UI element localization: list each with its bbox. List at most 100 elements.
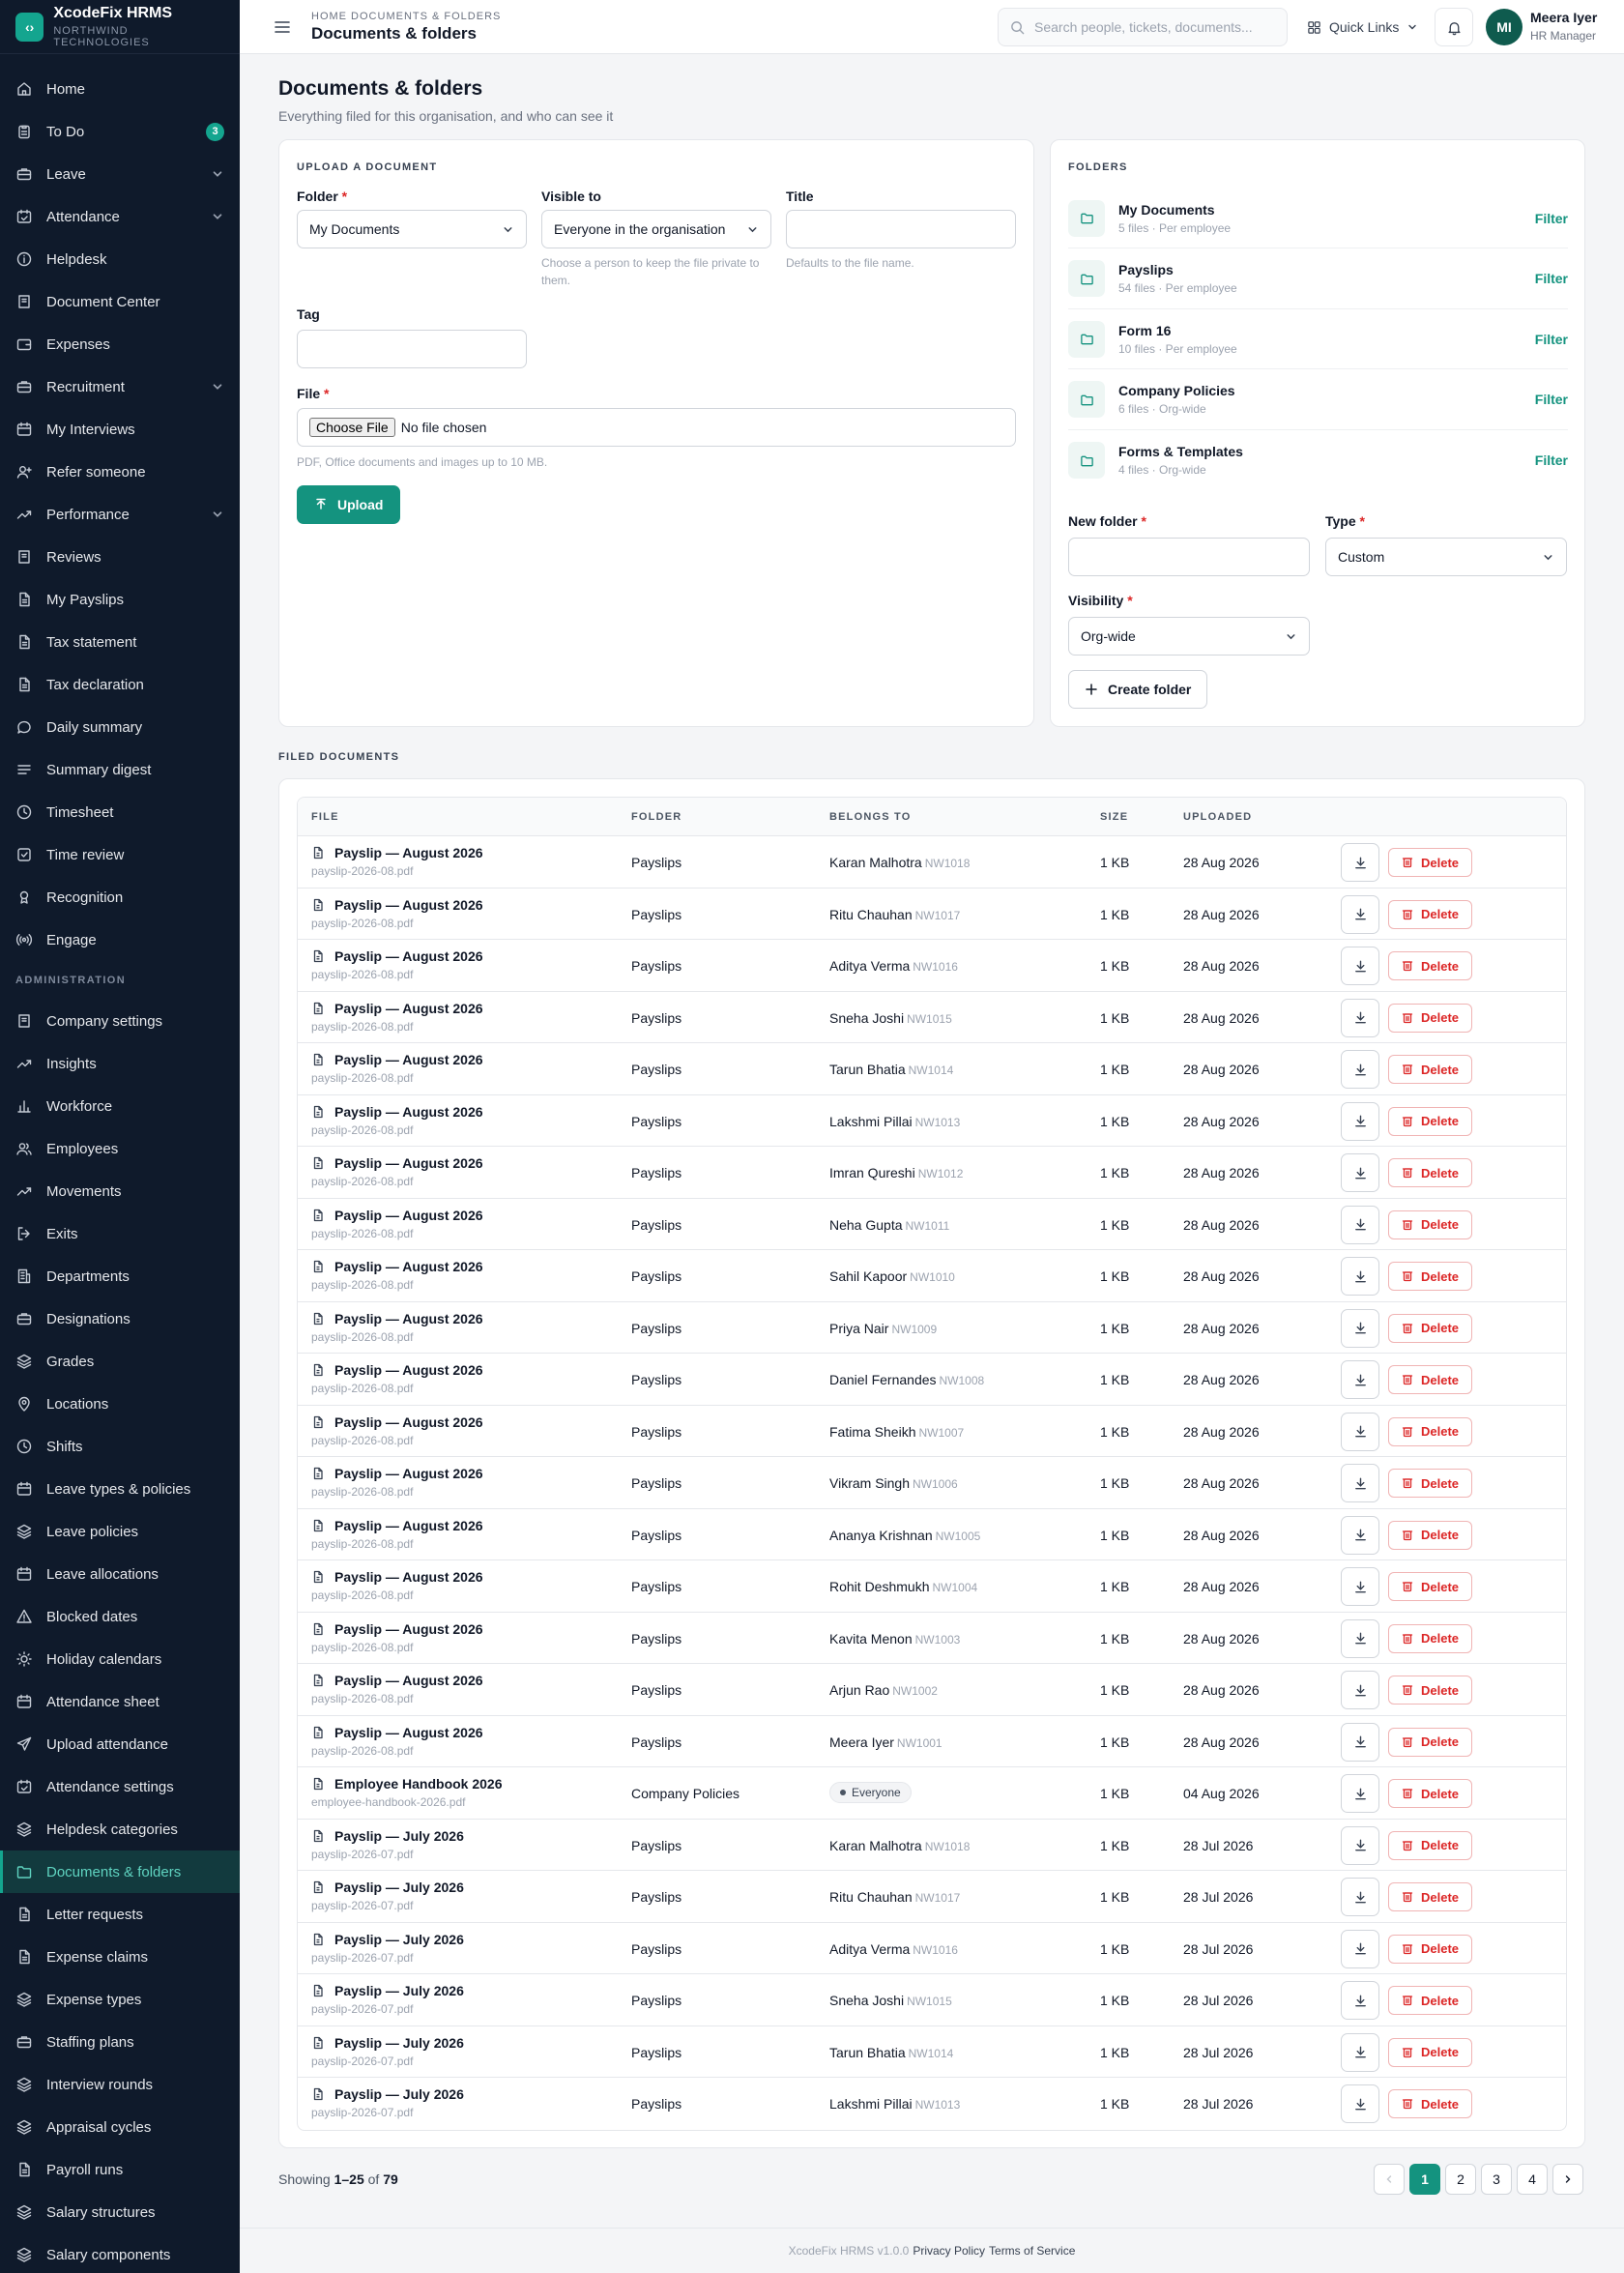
quick-links-button[interactable]: Quick Links [1307, 8, 1418, 46]
delete-button[interactable]: Delete [1388, 1727, 1472, 1757]
table-row[interactable]: Payslip — August 2026 payslip-2026-08.pdf… [298, 1664, 1566, 1716]
tag-input[interactable] [297, 330, 527, 368]
download-button[interactable] [1341, 894, 1379, 934]
delete-button[interactable]: Delete [1388, 1416, 1472, 1446]
sidebar-item-refer-someone[interactable]: Refer someone [0, 451, 240, 493]
delete-button[interactable]: Delete [1388, 2089, 1472, 2118]
table-row[interactable]: Payslip — August 2026 payslip-2026-08.pdf… [298, 992, 1566, 1043]
table-row[interactable]: Payslip — August 2026 payslip-2026-08.pdf… [298, 1560, 1566, 1613]
download-button[interactable] [1341, 1101, 1379, 1141]
next-page-button[interactable] [1552, 2164, 1583, 2195]
sidebar-item-workforce[interactable]: Workforce [0, 1085, 240, 1127]
sidebar-item-holiday-calendars[interactable]: Holiday calendars [0, 1638, 240, 1680]
type-select[interactable]: Custom [1325, 538, 1567, 576]
document-title[interactable]: Payslip — August 2026 [334, 1466, 483, 1481]
table-row[interactable]: Payslip — August 2026 payslip-2026-08.pdf… [298, 1199, 1566, 1250]
document-title[interactable]: Payslip — August 2026 [334, 948, 483, 964]
delete-button[interactable]: Delete [1388, 1106, 1472, 1136]
visible-to-select[interactable]: Everyone in the organisation [541, 210, 771, 248]
document-title[interactable]: Payslip — August 2026 [334, 845, 483, 860]
table-row[interactable]: Payslip — August 2026 payslip-2026-08.pdf… [298, 1302, 1566, 1354]
sidebar-item-appraisal-cycles[interactable]: Appraisal cycles [0, 2106, 240, 2148]
delete-button[interactable]: Delete [1388, 1934, 1472, 1964]
document-title[interactable]: Payslip — August 2026 [334, 1569, 483, 1585]
table-row[interactable]: Payslip — July 2026 payslip-2026-07.pdf Pa… [298, 2026, 1566, 2078]
sidebar-item-my-interviews[interactable]: My Interviews [0, 408, 240, 451]
folder-filter-link[interactable]: Filter [1535, 271, 1568, 286]
delete-button[interactable]: Delete [1388, 1055, 1472, 1084]
folder-filter-link[interactable]: Filter [1535, 332, 1568, 347]
sidebar-item-expense-types[interactable]: Expense types [0, 1978, 240, 2021]
sidebar-item-employees[interactable]: Employees [0, 1127, 240, 1170]
document-title[interactable]: Payslip — July 2026 [334, 2086, 464, 2102]
create-folder-button[interactable]: Create folder [1068, 670, 1208, 709]
table-row[interactable]: Payslip — August 2026 payslip-2026-08.pdf… [298, 1095, 1566, 1147]
folder-filter-link[interactable]: Filter [1535, 211, 1568, 226]
delete-button[interactable]: Delete [1388, 1830, 1472, 1860]
page-button[interactable]: 4 [1517, 2164, 1548, 2195]
download-button[interactable] [1341, 947, 1379, 985]
col-file[interactable]: FILE [311, 811, 339, 823]
folder-item[interactable]: My Documents 5 files · Per employee Filter [1068, 189, 1568, 248]
prev-page-button[interactable] [1374, 2164, 1405, 2195]
sidebar-item-insights[interactable]: Insights [0, 1042, 240, 1085]
document-title[interactable]: Payslip — August 2026 [334, 1001, 483, 1016]
table-row[interactable]: Payslip — July 2026 payslip-2026-07.pdf Pa… [298, 2078, 1566, 2130]
download-button[interactable] [1341, 1412, 1379, 1451]
delete-button[interactable]: Delete [1388, 1623, 1472, 1653]
delete-button[interactable]: Delete [1388, 1209, 1472, 1239]
download-button[interactable] [1341, 1981, 1379, 2020]
table-row[interactable]: Payslip — August 2026 payslip-2026-08.pdf… [298, 1043, 1566, 1095]
table-row[interactable]: Employee Handbook 2026 employee-handbook-… [298, 1767, 1566, 1820]
sidebar-item-shifts[interactable]: Shifts [0, 1425, 240, 1468]
table-row[interactable]: Payslip — July 2026 payslip-2026-07.pdf Pa… [298, 1923, 1566, 1974]
sidebar-item-staffing-plans[interactable]: Staffing plans [0, 2021, 240, 2063]
delete-button[interactable]: Delete [1388, 1313, 1472, 1343]
download-button[interactable] [1341, 1464, 1379, 1502]
menu-icon[interactable] [273, 17, 292, 37]
document-title[interactable]: Payslip — July 2026 [334, 1983, 464, 1998]
delete-button[interactable]: Delete [1388, 951, 1472, 980]
folder-filter-link[interactable]: Filter [1535, 452, 1568, 468]
folder-item[interactable]: Forms & Templates 4 files · Org-wide Filte… [1068, 430, 1568, 490]
choose-file-button[interactable]: Choose File [309, 418, 395, 437]
sidebar-item-performance[interactable]: Performance [0, 493, 240, 536]
sidebar-item-attendance-settings[interactable]: Attendance settings [0, 1765, 240, 1808]
document-title[interactable]: Employee Handbook 2026 [334, 1776, 503, 1792]
download-button[interactable] [1341, 1153, 1379, 1192]
upload-button[interactable]: Upload [297, 485, 401, 524]
sidebar-item-salary-components[interactable]: Salary components [0, 2233, 240, 2273]
document-title[interactable]: Payslip — August 2026 [334, 1155, 483, 1171]
privacy-link[interactable]: Privacy Policy [913, 2244, 985, 2258]
download-button[interactable] [1341, 1929, 1379, 1968]
download-button[interactable] [1341, 1257, 1379, 1296]
title-input[interactable] [786, 210, 1016, 248]
sidebar-item-payroll-runs[interactable]: Payroll runs [0, 2148, 240, 2191]
col-uploaded[interactable]: UPLOADED [1183, 811, 1252, 823]
download-button[interactable] [1341, 1360, 1379, 1399]
sidebar-item-interview-rounds[interactable]: Interview rounds [0, 2063, 240, 2106]
document-title[interactable]: Payslip — July 2026 [334, 1828, 464, 1844]
search-input[interactable]: Search people, tickets, documents... [998, 8, 1288, 46]
delete-button[interactable]: Delete [1388, 1882, 1472, 1911]
download-button[interactable] [1341, 1205, 1379, 1244]
new-folder-input[interactable] [1068, 538, 1310, 576]
sidebar-item-salary-structures[interactable]: Salary structures [0, 2191, 240, 2233]
brand[interactable]: ‹› XcodeFix HRMS NORTHWIND TECHNOLOGIES [0, 0, 240, 54]
sidebar-item-designations[interactable]: Designations [0, 1297, 240, 1340]
delete-button[interactable]: Delete [1388, 1365, 1472, 1394]
document-title[interactable]: Payslip — August 2026 [334, 1621, 483, 1637]
col-folder[interactable]: FOLDER [631, 811, 682, 823]
sidebar-item-company-settings[interactable]: Company settings [0, 1000, 240, 1042]
download-button[interactable] [1341, 2084, 1379, 2123]
delete-button[interactable]: Delete [1388, 1572, 1472, 1601]
terms-link[interactable]: Terms of Service [989, 2244, 1075, 2258]
sidebar-item-timesheet[interactable]: Timesheet [0, 791, 240, 833]
breadcrumb[interactable]: HOME DOCUMENTS & FOLDERS [311, 11, 501, 22]
sidebar-item-exits[interactable]: Exits [0, 1212, 240, 1255]
sidebar-item-blocked-dates[interactable]: Blocked dates [0, 1595, 240, 1638]
sidebar-item-helpdesk[interactable]: Helpdesk [0, 238, 240, 280]
sidebar-item-leave-allocations[interactable]: Leave allocations [0, 1553, 240, 1595]
page-button[interactable]: 1 [1409, 2164, 1440, 2195]
sidebar-item-my-payslips[interactable]: My Payslips [0, 578, 240, 621]
